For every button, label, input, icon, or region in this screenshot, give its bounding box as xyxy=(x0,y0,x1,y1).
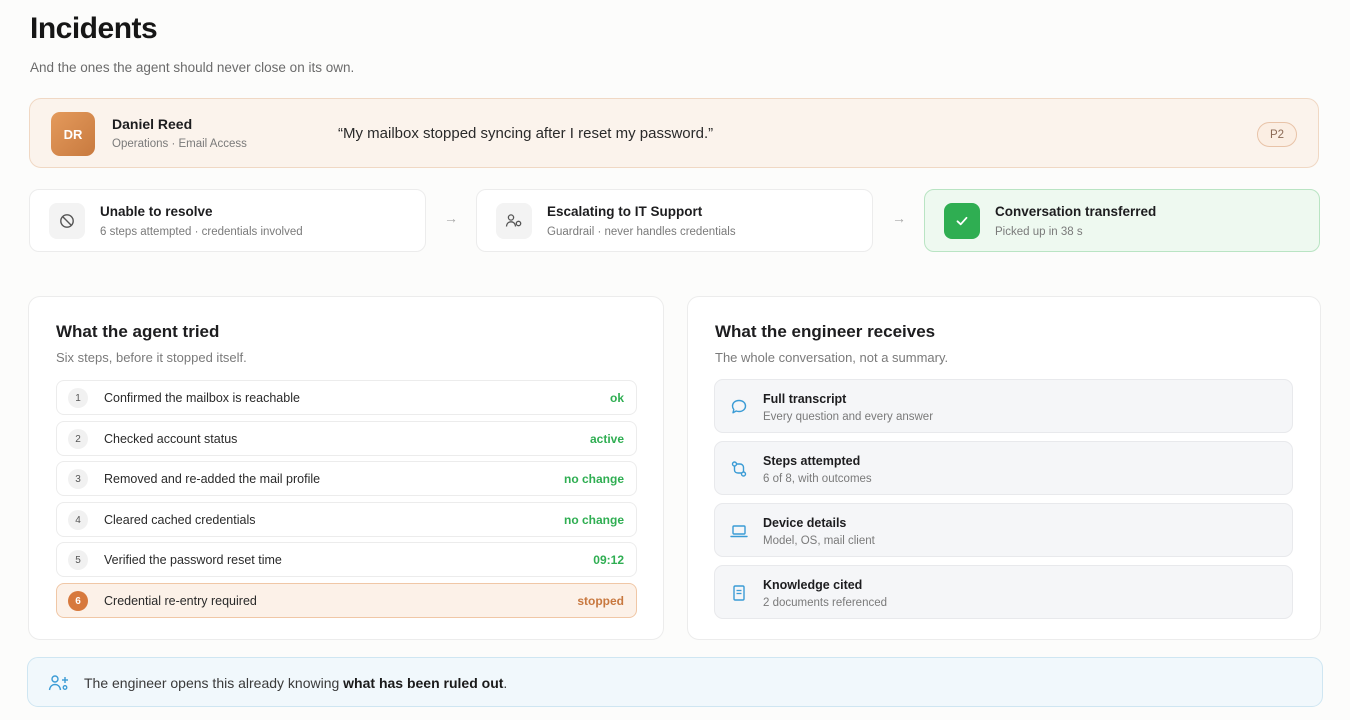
arrow-right-icon: → xyxy=(892,210,906,226)
arrow-right-icon: → xyxy=(444,210,458,226)
receive-item-subtitle: 6 of 8, with outcomes xyxy=(763,473,872,485)
step-row: 4 Cleared cached credentials no change xyxy=(56,502,637,537)
flow-step-transferred: Conversation transferred Picked up in 38… xyxy=(924,189,1320,252)
step-status: active xyxy=(589,432,624,446)
flow-step-subtitle: Guardrail · never handles credentials xyxy=(547,226,736,238)
flow-step-unable-to-resolve: Unable to resolve 6 steps attempted · cr… xyxy=(29,189,426,252)
step-row: 1 Confirmed the mailbox is reachable ok xyxy=(56,380,637,415)
step-status: no change xyxy=(563,472,624,486)
panel-subtitle: Six steps, before it stopped itself. xyxy=(56,350,247,365)
step-row: 2 Checked account status active xyxy=(56,421,637,456)
receive-item-title: Knowledge cited xyxy=(763,578,863,592)
flow-step-escalating: Escalating to IT Support Guardrail · nev… xyxy=(476,189,873,252)
step-number: 6 xyxy=(68,591,88,611)
step-row-stopped: 6 Credential re-entry required stopped xyxy=(56,583,637,618)
step-status: no change xyxy=(563,513,624,527)
step-status: stopped xyxy=(577,594,624,608)
priority-badge: P2 xyxy=(1257,122,1297,147)
step-row: 3 Removed and re-added the mail profile … xyxy=(56,461,637,496)
step-number: 3 xyxy=(68,469,88,489)
requester-quote: “My mailbox stopped syncing after I rese… xyxy=(338,125,714,142)
step-label: Verified the password reset time xyxy=(104,553,282,567)
receive-item-transcript[interactable]: Full transcript Every question and every… xyxy=(714,379,1293,433)
step-label: Confirmed the mailbox is reachable xyxy=(104,391,300,405)
footer-note: The engineer opens this already knowing … xyxy=(27,657,1323,707)
flow-step-title: Conversation transferred xyxy=(995,204,1157,219)
step-number: 5 xyxy=(68,550,88,570)
receive-item-subtitle: Model, OS, mail client xyxy=(763,535,875,547)
panel-title: What the engineer receives xyxy=(715,322,936,341)
footer-text: The engineer opens this already knowing … xyxy=(84,675,507,691)
avatar: DR xyxy=(51,112,95,156)
document-icon xyxy=(733,585,745,601)
route-icon xyxy=(731,461,747,477)
receive-item-subtitle: 2 documents referenced xyxy=(763,597,888,609)
flow-step-title: Unable to resolve xyxy=(100,204,213,219)
step-label: Credential re-entry required xyxy=(104,594,257,608)
step-number: 2 xyxy=(68,429,88,449)
page-subtitle: And the ones the agent should never clos… xyxy=(30,60,355,75)
page-title: Incidents xyxy=(30,12,158,45)
engineer-receives-panel: What the engineer receives The whole con… xyxy=(687,296,1321,640)
step-status: ok xyxy=(609,391,624,405)
agent-steps-panel: What the agent tried Six steps, before i… xyxy=(28,296,664,640)
user-plus-icon xyxy=(48,675,68,691)
panel-title: What the agent tried xyxy=(56,322,220,341)
footer-text-suffix: . xyxy=(503,675,508,691)
panel-subtitle: The whole conversation, not a summary. xyxy=(715,350,949,365)
laptop-icon xyxy=(730,525,748,538)
step-label: Cleared cached credentials xyxy=(104,513,256,527)
requester-meta: Operations · Email Access xyxy=(112,138,247,150)
step-number: 1 xyxy=(68,388,88,408)
receive-item-device[interactable]: Device details Model, OS, mail client xyxy=(714,503,1293,557)
ban-icon xyxy=(49,203,85,239)
receive-item-steps[interactable]: Steps attempted 6 of 8, with outcomes xyxy=(714,441,1293,495)
receive-item-title: Steps attempted xyxy=(763,454,861,468)
flow-step-title: Escalating to IT Support xyxy=(547,204,703,219)
check-icon xyxy=(944,203,980,239)
receive-item-title: Full transcript xyxy=(763,392,847,406)
step-label: Checked account status xyxy=(104,432,238,446)
footer-text-bold: what has been ruled out xyxy=(343,675,504,691)
flow-step-subtitle: Picked up in 38 s xyxy=(995,226,1083,238)
receive-item-subtitle: Every question and every answer xyxy=(763,411,934,423)
footer-text-prefix: The engineer opens this already knowing xyxy=(84,675,344,691)
step-status: 09:12 xyxy=(593,553,624,567)
requester-card: DR Daniel Reed Operations · Email Access… xyxy=(29,98,1319,168)
step-label: Removed and re-added the mail profile xyxy=(104,472,321,486)
users-icon xyxy=(496,203,532,239)
step-number: 4 xyxy=(68,510,88,530)
receive-item-title: Device details xyxy=(763,516,847,530)
chat-bubble-icon xyxy=(731,399,747,414)
flow-step-subtitle: 6 steps attempted · credentials involved xyxy=(100,226,303,238)
step-row: 5 Verified the password reset time 09:12 xyxy=(56,542,637,577)
receive-item-knowledge[interactable]: Knowledge cited 2 documents referenced xyxy=(714,565,1293,619)
requester-name: Daniel Reed xyxy=(112,116,193,132)
